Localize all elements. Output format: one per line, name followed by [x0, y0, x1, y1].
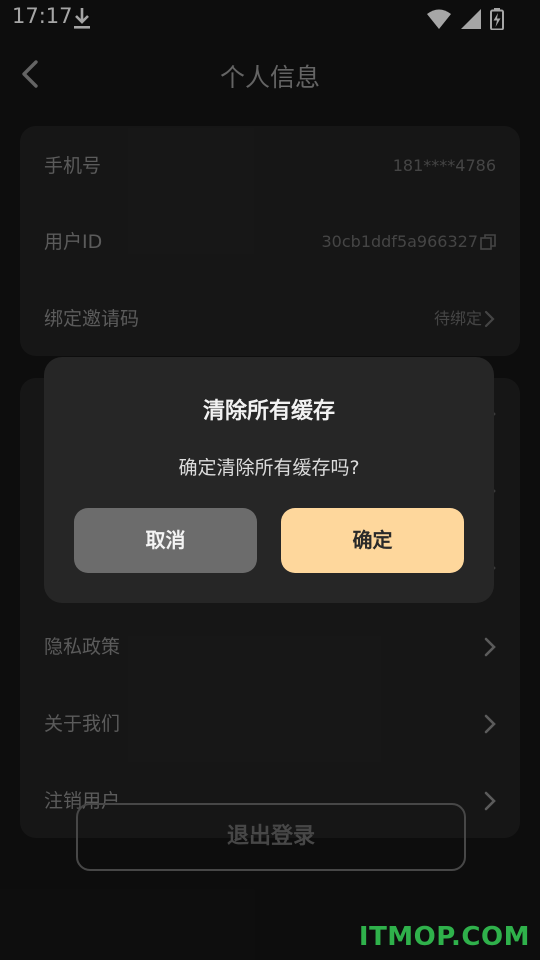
clear-cache-dialog: 清除所有缓存 确定清除所有缓存吗? 取消 确定 [44, 357, 494, 603]
dialog-message: 确定清除所有缓存吗? [178, 457, 360, 479]
watermark: ITMOP.COM [358, 922, 530, 952]
confirm-button[interactable]: 确定 [281, 508, 464, 573]
cancel-button[interactable]: 取消 [74, 508, 257, 573]
dialog-title: 清除所有缓存 [202, 399, 335, 424]
